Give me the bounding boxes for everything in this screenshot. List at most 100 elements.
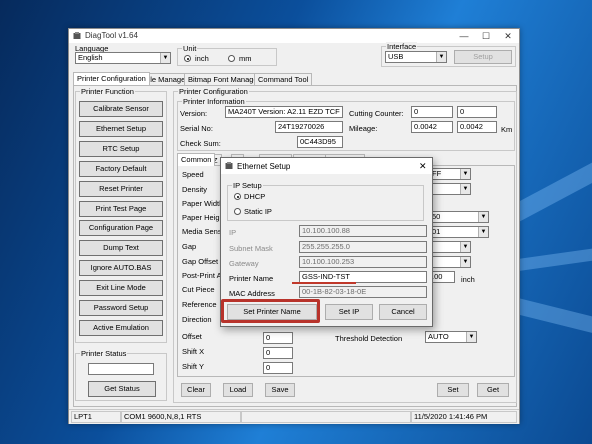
setting-label-reference: Reference [182,300,217,309]
function-button-exit-line-mode[interactable]: Exit Line Mode [79,280,163,297]
unit-mm-radio[interactable] [228,55,235,62]
status-port: LPT1 [71,411,121,423]
subnet-mask-field[interactable]: 255.255.255.0 [299,241,427,253]
chevron-down-icon: ▼ [460,184,470,194]
ip-setup-group: IP Setup DHCP Static IP [227,181,424,221]
interface-select[interactable]: USB ▼ [385,51,447,63]
maximize-button[interactable]: ☐ [475,29,497,43]
setting-label-density: Density [182,185,208,194]
language-select[interactable]: English ▼ [75,52,171,64]
right-inch-label: inch [461,275,475,284]
cutting-counter-field-1: 0 [411,106,453,118]
close-button[interactable]: ✕ [497,29,519,43]
gateway-field[interactable]: 10.100.100.253 [299,256,427,268]
interface-group: Interface USB ▼ Setup [381,42,516,67]
app-icon [225,162,233,169]
mileage-label: Mileage: [349,124,378,133]
gateway-label: Gateway [229,259,259,268]
setting-label-speed: Speed [182,170,204,179]
right-combo-1-value: FF [432,169,442,178]
right-combo-3[interactable]: 50 ▼ [429,211,489,223]
static-ip-label: Static IP [244,207,272,216]
setting-label-direction: Direction [182,315,212,324]
function-button-reset-printer[interactable]: Reset Printer [79,180,163,197]
checksum-field: 0C443D95 [297,136,343,148]
function-button-ethernet-setup[interactable]: Ethernet Setup [79,120,163,137]
cutting-counter-field-2: 0 [457,106,497,118]
get-button[interactable]: Get [477,383,509,397]
shift-y-field[interactable]: 0 [263,362,293,374]
function-button-factory-default[interactable]: Factory Default [79,160,163,177]
function-button-rtc-setup[interactable]: RTC Setup [79,140,163,157]
printer-information-title: Printer Information [182,97,246,106]
setting-label-gap-offset: Gap Offset [182,257,219,266]
tab-command-tool[interactable]: Command Tool [254,73,313,85]
function-button-print-test-page[interactable]: Print Test Page [79,200,163,217]
dialog-title-bar: Ethernet Setup ✕ [221,158,432,174]
tab-printer-configuration[interactable]: Printer Configuration [73,72,150,85]
setting-label-offset: Offset [182,332,202,341]
right-combo-5[interactable]: ▼ [429,241,471,253]
unit-inch-radio[interactable] [184,55,191,62]
unit-inch-label: inch [195,54,209,63]
app-icon [73,32,81,39]
chevron-down-icon: ▼ [460,169,470,179]
chevron-down-icon: ▼ [436,52,446,62]
printer-function-title: Printer Function [80,87,135,96]
subnet-mask-label: Subnet Mask [229,244,273,253]
version-label: Version: [180,109,208,118]
annotation-underline [292,282,356,284]
printer-status-group: Printer Status Get Status [75,349,167,401]
ip-field[interactable]: 10.100.100.88 [299,225,427,237]
ip-setup-title: IP Setup [232,181,263,190]
status-bar: LPT1 COM1 9600,N,8,1 RTS 11/5/2020 1:41:… [69,409,519,424]
threshold-detection-select[interactable]: AUTO ▼ [425,331,477,343]
tab-bitmap-font-manager[interactable]: Bitmap Font Manager [184,73,265,85]
right-combo-4-value: 01 [432,227,441,236]
set-ip-button[interactable]: Set IP [325,304,373,320]
function-button-active-emulation[interactable]: Active Emulation [79,319,163,336]
chevron-down-icon: ▼ [460,242,470,252]
chevron-down-icon: ▼ [466,332,476,342]
title-bar: DiagTool v1.64 — ☐ ✕ [69,29,519,43]
minimize-button[interactable]: — [453,29,475,43]
language-value: English [78,53,103,62]
right-combo-6[interactable]: ▼ [429,256,471,268]
chevron-down-icon: ▼ [460,257,470,267]
setting-label-cut-piece: Cut Piece [182,285,215,294]
setup-button[interactable]: Setup [454,50,512,64]
right-combo-1[interactable]: FF ▼ [429,168,471,180]
version-field: MA240T Version: A2.11 EZD TCF [225,106,343,118]
shift-x-field[interactable]: 0 [263,347,293,359]
mac-address-field: 00-1B-82-03-18-0E [299,286,427,298]
function-button-ignore-auto-bas[interactable]: Ignore AUTO.BAS [79,260,163,277]
function-button-dump-text[interactable]: Dump Text [79,240,163,257]
dialog-close-button[interactable]: ✕ [419,161,427,172]
static-ip-radio[interactable] [234,208,241,215]
interface-value: USB [388,52,404,61]
cancel-button[interactable]: Cancel [379,304,427,320]
clear-button[interactable]: Clear [181,383,211,397]
function-button-password-setup[interactable]: Password Setup [79,300,163,316]
get-status-button[interactable]: Get Status [88,381,156,397]
set-button[interactable]: Set [437,383,469,397]
printer-name-label: Printer Name [229,274,274,283]
right-combo-4[interactable]: 01 ▼ [429,226,489,238]
function-button-configuration-page[interactable]: Configuration Page [79,220,163,237]
dhcp-radio[interactable] [234,193,241,200]
cutting-counter-label: Cutting Counter: [349,109,404,118]
load-button[interactable]: Load [223,383,253,397]
dialog-title: Ethernet Setup [237,162,291,171]
window-title: DiagTool v1.64 [85,31,138,40]
function-button-calibrate-sensor[interactable]: Calibrate Sensor [79,101,163,117]
offset-field[interactable]: 0 [263,332,293,344]
mac-address-label: MAC Address [229,289,275,298]
printer-configuration-title: Printer Configuration [178,87,249,96]
status-com: COM1 9600,N,8,1 RTS [121,411,241,423]
setting-label-gap: Gap [182,242,197,251]
status-empty [241,411,411,423]
subtab-common[interactable]: Common [177,153,216,166]
serial-field: 24T19270026 [275,121,343,133]
right-combo-2[interactable]: ▼ [429,183,471,195]
save-button[interactable]: Save [265,383,295,397]
